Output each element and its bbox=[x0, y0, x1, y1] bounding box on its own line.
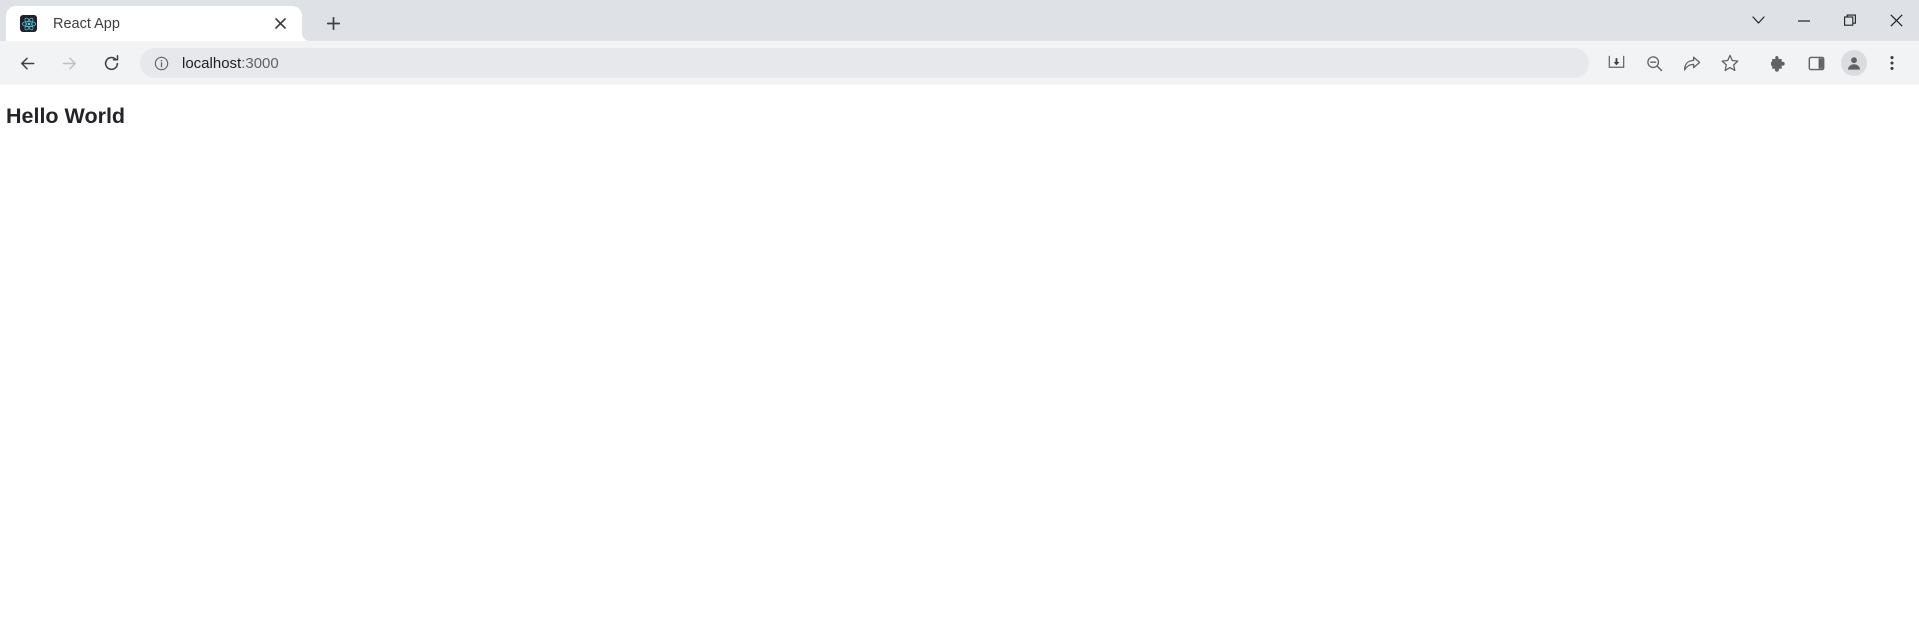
side-panel-button[interactable] bbox=[1801, 48, 1831, 78]
tab-search-button[interactable] bbox=[1735, 0, 1781, 41]
close-window-button[interactable] bbox=[1873, 0, 1919, 41]
extensions-button[interactable] bbox=[1763, 48, 1793, 78]
window-controls bbox=[1735, 0, 1919, 41]
person-icon bbox=[1847, 57, 1861, 70]
forward-button bbox=[53, 47, 85, 79]
browser-toolbar: localhost:3000 bbox=[0, 41, 1919, 85]
toolbar-actions bbox=[1597, 48, 1911, 78]
install-app-icon bbox=[1608, 55, 1624, 68]
page-title: Hello World bbox=[6, 104, 126, 128]
plus-icon bbox=[326, 16, 340, 30]
browser-tab-react-app[interactable]: React App bbox=[6, 6, 310, 41]
browser-window: React App localhost:3000 Hello World bbox=[0, 0, 1919, 627]
zoom-button[interactable] bbox=[1639, 48, 1669, 78]
arrow-left-icon bbox=[20, 57, 34, 69]
back-button[interactable] bbox=[11, 47, 43, 79]
minimize-icon bbox=[1798, 19, 1810, 22]
share-button[interactable] bbox=[1677, 48, 1707, 78]
puzzle-piece-icon bbox=[1770, 55, 1785, 72]
reload-icon bbox=[104, 54, 118, 70]
react-logo-icon bbox=[20, 15, 37, 32]
close-icon bbox=[1889, 14, 1903, 27]
reload-button[interactable] bbox=[95, 47, 127, 79]
tab-title: React App bbox=[53, 15, 120, 32]
url-port: :3000 bbox=[241, 54, 279, 72]
new-tab-button[interactable] bbox=[318, 8, 348, 38]
star-icon bbox=[1721, 54, 1739, 72]
maximize-button[interactable] bbox=[1827, 0, 1873, 41]
share-icon bbox=[1683, 56, 1701, 71]
chrome-menu-button[interactable] bbox=[1877, 48, 1907, 78]
url-host: localhost bbox=[182, 54, 242, 72]
tab-strip: React App bbox=[0, 0, 1919, 41]
side-panel-icon bbox=[1808, 56, 1824, 70]
arrow-right-icon bbox=[62, 57, 76, 69]
page-viewport: Hello World bbox=[0, 85, 1919, 627]
tab-close-button[interactable] bbox=[268, 12, 292, 36]
info-circle-icon[interactable] bbox=[150, 52, 172, 74]
zoom-out-icon bbox=[1646, 55, 1662, 71]
bookmark-button[interactable] bbox=[1715, 48, 1745, 78]
address-bar[interactable]: localhost:3000 bbox=[140, 48, 1589, 78]
three-dot-menu-icon bbox=[1890, 56, 1894, 70]
url-text: localhost:3000 bbox=[182, 55, 1577, 72]
restore-icon bbox=[1843, 14, 1856, 26]
chevron-down-icon bbox=[1751, 16, 1765, 24]
profile-avatar-button[interactable] bbox=[1841, 50, 1867, 76]
install-app-button[interactable] bbox=[1601, 48, 1631, 78]
minimize-button[interactable] bbox=[1781, 0, 1827, 41]
